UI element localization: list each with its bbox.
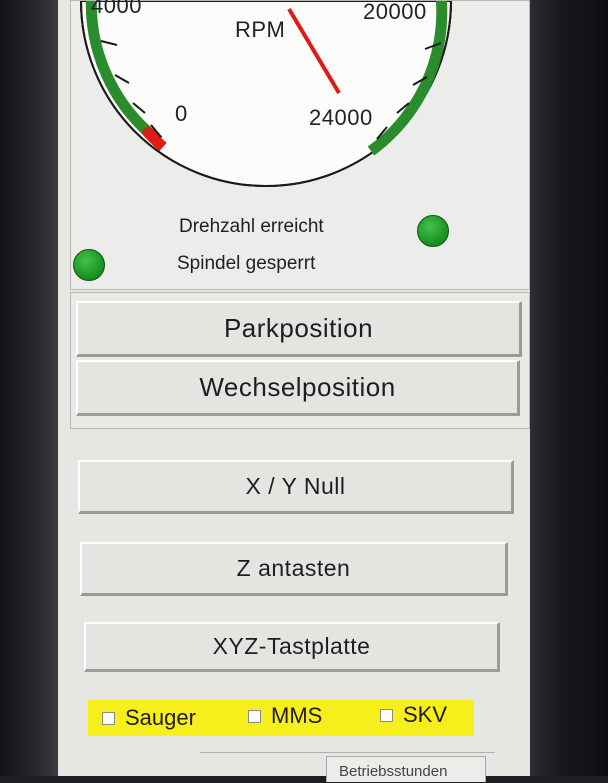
park-position-button[interactable]: Parkposition: [76, 301, 522, 357]
xy-null-button[interactable]: X / Y Null: [78, 460, 514, 514]
gauge-tick-20000: 20000: [363, 0, 427, 24]
option-mms[interactable]: MMS: [248, 703, 322, 729]
speed-reached-label: Drehzahl erreicht: [179, 216, 324, 237]
mms-checkbox[interactable]: [248, 709, 261, 723]
operating-hours-tab[interactable]: Betriebsstunden: [326, 756, 486, 782]
spindle-locked-label: Spindel gesperrt: [177, 253, 316, 274]
speed-reached-led: [417, 215, 449, 247]
sauger-label: Sauger: [125, 705, 196, 730]
gauge-tick-0: 0: [175, 101, 188, 126]
xyz-probe-plate-button[interactable]: XYZ-Tastplatte: [84, 622, 500, 672]
z-probe-button[interactable]: Z antasten: [80, 542, 508, 596]
rpm-gauge: [79, 1, 453, 187]
monitor-bezel-left: [0, 0, 58, 776]
skv-label: SKV: [403, 702, 448, 727]
option-skv[interactable]: SKV: [380, 702, 447, 728]
spindle-locked-led: [73, 249, 105, 281]
change-position-button[interactable]: Wechselposition: [76, 360, 520, 416]
gauge-unit-label: RPM: [235, 17, 286, 42]
gauge-tick-24000: 24000: [309, 105, 373, 130]
sauger-checkbox[interactable]: [102, 711, 115, 725]
monitor-bezel-right: [530, 0, 608, 776]
spindle-panel: 4000 RPM 20000 0 24000 Drehzahl erreicht…: [70, 0, 530, 290]
skv-checkbox[interactable]: [380, 708, 393, 722]
mms-label: MMS: [271, 703, 323, 728]
option-sauger[interactable]: Sauger: [102, 705, 196, 731]
gauge-tick-4000: 4000: [91, 0, 142, 18]
